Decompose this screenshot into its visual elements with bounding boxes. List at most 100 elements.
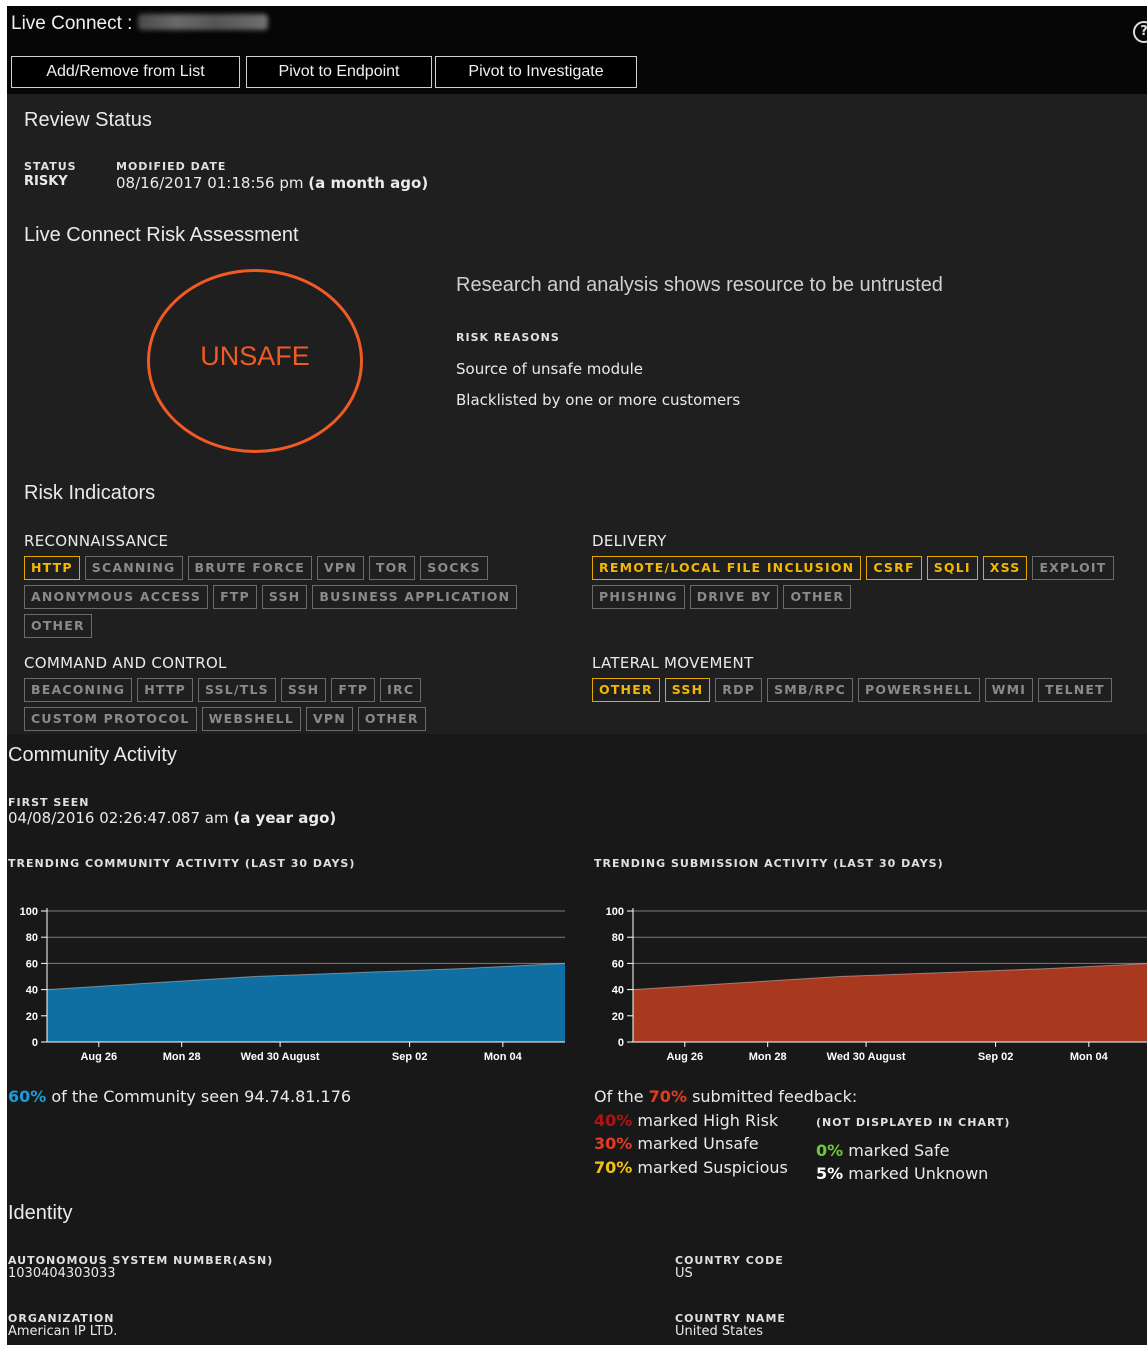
- x-tick-label: Mon 28: [163, 1051, 201, 1063]
- indicator-tag[interactable]: SQLI: [926, 556, 978, 580]
- indicator-tag[interactable]: WMI: [984, 678, 1034, 702]
- live-connect-window: Live Connect : ? Add/Remove from List Pi…: [7, 6, 1147, 1345]
- indicator-tag[interactable]: BRUTE FORCE: [187, 556, 312, 580]
- modified-date-label: MODIFIED DATE: [116, 160, 227, 173]
- safe-text: marked Safe: [848, 1141, 950, 1160]
- indicator-tag[interactable]: REMOTE/LOCAL FILE INCLUSION: [592, 556, 862, 580]
- y-tick-label: 80: [26, 932, 38, 944]
- x-tick-label: Mon 04: [1070, 1051, 1109, 1063]
- y-tick-label: 60: [26, 958, 38, 970]
- indicator-tag[interactable]: CUSTOM PROTOCOL: [24, 707, 197, 731]
- indicator-tag[interactable]: OTHER: [592, 678, 660, 702]
- organization-value: American IP LTD.: [8, 1324, 118, 1339]
- indicator-tag[interactable]: FTP: [213, 585, 257, 609]
- title-text: Live Connect :: [11, 13, 133, 34]
- y-tick-label: 40: [612, 985, 624, 997]
- unsafe-pct: 30%: [594, 1134, 633, 1153]
- indicator-tag[interactable]: VPN: [316, 556, 364, 580]
- modified-relative: (a month ago): [308, 174, 429, 192]
- indicator-tag[interactable]: ANONYMOUS ACCESS: [24, 585, 209, 609]
- first-seen-relative: (a year ago): [233, 809, 337, 827]
- risk-reasons-label: RISK REASONS: [456, 331, 560, 344]
- header-bar: Live Connect : ? Add/Remove from List Pi…: [7, 6, 1147, 94]
- indicator-tag[interactable]: XSS: [982, 556, 1028, 580]
- y-tick-label: 80: [612, 932, 624, 944]
- community-chart-label: TRENDING COMMUNITY ACTIVITY (LAST 30 DAY…: [8, 857, 356, 870]
- verdict-text: UNSAFE: [200, 341, 310, 371]
- y-tick-label: 100: [20, 906, 38, 918]
- indicator-tag[interactable]: BEACONING: [24, 678, 133, 702]
- not-displayed-label: (NOT DISPLAYED IN CHART): [816, 1116, 1011, 1129]
- area-series: [47, 963, 565, 1042]
- risk-assessment-heading: Live Connect Risk Assessment: [24, 224, 299, 246]
- suspicious-stat: 70% marked Suspicious: [594, 1158, 788, 1177]
- indicator-tag[interactable]: OTHER: [783, 585, 852, 609]
- suspicious-text: marked Suspicious: [637, 1158, 788, 1177]
- indicator-tag[interactable]: VPN: [306, 707, 353, 731]
- y-tick-label: 40: [26, 985, 38, 997]
- indicator-tag[interactable]: SOCKS: [420, 556, 488, 580]
- lateral-tags: OTHER SSH RDP SMB/RPC POWERSHELL WMI TELNET: [592, 678, 1147, 702]
- delivery-tags: REMOTE/LOCAL FILE INCLUSION CSRF SQLI XSS EX…: [592, 556, 1132, 609]
- indicator-tag[interactable]: TELNET: [1038, 678, 1112, 702]
- indicator-tag[interactable]: SSL/TLS: [197, 678, 276, 702]
- x-tick-label: Mon 28: [749, 1051, 787, 1063]
- indicator-tag[interactable]: SCANNING: [84, 556, 183, 580]
- unsafe-text: marked Unsafe: [637, 1134, 759, 1153]
- indicator-tag[interactable]: DRIVE BY: [689, 585, 779, 609]
- indicator-tag[interactable]: EXPLOIT: [1032, 556, 1114, 580]
- risk-indicators-heading: Risk Indicators: [24, 482, 156, 504]
- modified-date: 08/16/2017 01:18:56 pm: [116, 174, 304, 192]
- seen-text: of the Community seen 94.74.81.176: [51, 1087, 352, 1106]
- pivot-endpoint-button[interactable]: Pivot to Endpoint: [246, 56, 432, 88]
- indicator-tag[interactable]: HTTP: [137, 678, 193, 702]
- indicator-tag[interactable]: SSH: [664, 678, 711, 702]
- y-tick-label: 20: [26, 1011, 38, 1023]
- unknown-text: marked Unknown: [848, 1164, 989, 1183]
- modified-date-value: 08/16/2017 01:18:56 pm (a month ago): [116, 174, 428, 192]
- indicator-tag[interactable]: POWERSHELL: [857, 678, 980, 702]
- recon-tags: HTTP SCANNING BRUTE FORCE VPN TOR SOCKS ANONYM…: [24, 556, 564, 638]
- y-tick-label: 0: [618, 1037, 624, 1049]
- indicator-tag[interactable]: SSH: [280, 678, 327, 702]
- y-tick-label: 100: [606, 906, 624, 918]
- safe-stat: 0% marked Safe: [816, 1141, 949, 1160]
- status-label: STATUS: [24, 160, 77, 173]
- suspicious-pct: 70%: [594, 1158, 633, 1177]
- indicator-tag[interactable]: SSH: [261, 585, 308, 609]
- area-series: [633, 963, 1147, 1042]
- community-heading: Community Activity: [8, 744, 177, 766]
- indicator-tag[interactable]: CSRF: [866, 556, 922, 580]
- indicator-tag[interactable]: OTHER: [24, 614, 92, 638]
- redacted-ip: [138, 14, 269, 30]
- indicator-tag[interactable]: PHISHING: [592, 585, 685, 609]
- indicator-tag[interactable]: OTHER: [357, 707, 426, 731]
- indicator-tag[interactable]: WEBSHELL: [201, 707, 301, 731]
- indicator-tag[interactable]: TOR: [368, 556, 416, 580]
- indicator-tag[interactable]: IRC: [380, 678, 422, 702]
- feedback-prefix: Of the: [594, 1087, 644, 1106]
- risk-summary: Research and analysis shows resource to …: [456, 274, 943, 296]
- y-tick-label: 0: [32, 1037, 38, 1049]
- x-tick-label: Aug 26: [666, 1051, 703, 1063]
- indicator-tag[interactable]: BUSINESS APPLICATION: [312, 585, 518, 609]
- c2-tags: BEACONING HTTP SSL/TLS SSH FTP IRC CUSTOM PROT…: [24, 678, 464, 731]
- identity-heading: Identity: [8, 1202, 73, 1224]
- submission-activity-chart: 0 20 40 60 80 100 Aug 26 Mon 28 Wed 30 August Sep…: [606, 906, 1147, 1063]
- indicator-tag[interactable]: HTTP: [24, 556, 80, 580]
- x-tick-label: Mon 04: [484, 1051, 523, 1063]
- high-risk-stat: 40% marked High Risk: [594, 1111, 778, 1130]
- window-title: Live Connect :: [11, 13, 269, 35]
- pivot-investigate-button[interactable]: Pivot to Investigate: [435, 56, 637, 88]
- help-icon[interactable]: ?: [1133, 21, 1147, 43]
- community-seen-stat: 60% of the Community seen 94.74.81.176: [8, 1087, 351, 1106]
- indicator-tag[interactable]: FTP: [331, 678, 376, 702]
- community-activity-chart: 0 20 40 60 80 100 Aug 26 Mon 28 Wed 30 August Sep…: [20, 906, 566, 1063]
- add-remove-list-button[interactable]: Add/Remove from List: [11, 56, 240, 88]
- first-seen-label: FIRST SEEN: [8, 796, 90, 809]
- unsafe-stat: 30% marked Unsafe: [594, 1134, 759, 1153]
- indicator-tag[interactable]: SMB/RPC: [767, 678, 853, 702]
- indicator-tag[interactable]: RDP: [715, 678, 763, 702]
- high-risk-pct: 40%: [594, 1111, 633, 1130]
- risk-reason-1: Source of unsafe module: [456, 360, 644, 378]
